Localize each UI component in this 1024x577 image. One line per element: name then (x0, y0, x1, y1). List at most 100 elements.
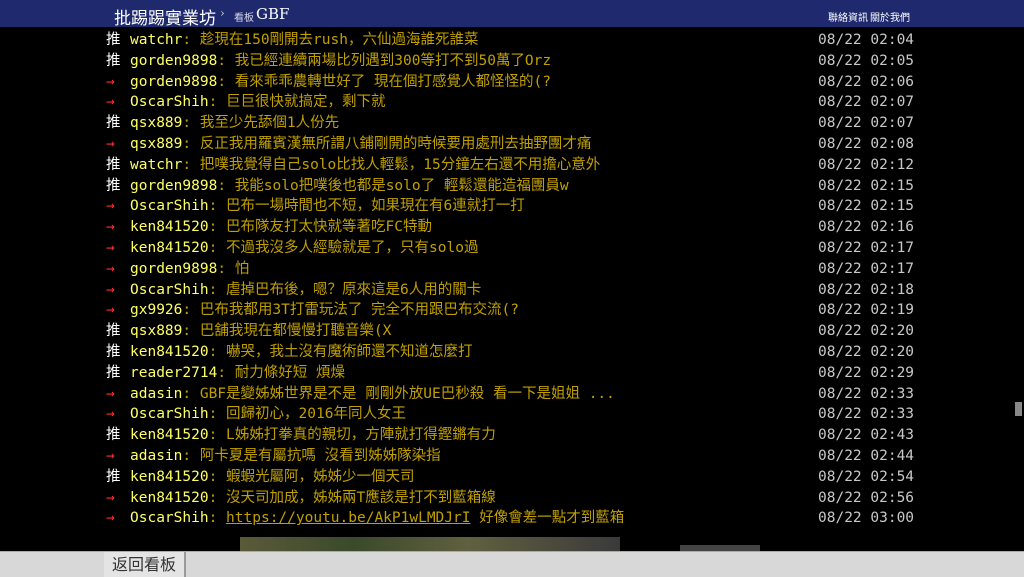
comment-time: 08/22 02:17 (818, 240, 915, 256)
comment-body: ken841520: 蝦蝦光屬阿，姊姊少一個天司 (130, 467, 415, 487)
comment-row: 推 reader2714: 耐力條好短 煩燥 08/22 02:29 (106, 363, 914, 383)
comment-user: gorden9898 (130, 260, 218, 277)
push-tag: 推 (106, 156, 121, 173)
push-tag: 推 (106, 115, 121, 132)
comment-body: ken841520: 不過我沒多人經驗就是了，只有solo過 (130, 238, 478, 258)
arrow-tag: → (106, 219, 115, 236)
comment-time: 08/22 02:20 (818, 323, 915, 340)
push-tag: 推 (106, 323, 121, 340)
comment-colon: : (208, 406, 227, 423)
push-tag: 推 (106, 344, 121, 360)
comment-user: watchr (130, 156, 183, 173)
board-label: 看板 (234, 13, 254, 24)
comment-colon: : (182, 448, 200, 464)
comment-colon: : (208, 198, 227, 215)
comment-user: gorden9898 (130, 52, 218, 69)
push-tag: 推 (106, 468, 121, 485)
comment-user: reader2714 (130, 364, 218, 381)
comment-text: 巴布隊友打太快就等著吃FC特動 (226, 219, 433, 236)
comment-row: 推 watchr: 趁現在150剛開去rush，六仙過海誰死誰菜 08/22 02:… (106, 30, 914, 50)
comment-colon: : (208, 240, 227, 256)
comment-body: watchr: 趁現在150剛開去rush，六仙過海誰死誰菜 (130, 30, 478, 50)
comment-colon: : (208, 281, 227, 298)
arrow-tag: → (106, 385, 115, 402)
comment-body: ken841520: 巴布隊友打太快就等著吃FC特動 (130, 217, 432, 237)
comment-text: 阿卡夏是有屬抗嗎 沒看到姊姊隊染指 (199, 448, 441, 464)
comment-user: adasin (130, 448, 183, 464)
comment-user: ken841520 (130, 240, 209, 256)
comment-body: gx9926: 巴布我都用3T打雷玩法了 完全不用跟巴布交流(? (130, 300, 519, 320)
comment-user: OscarShih (130, 406, 209, 423)
comment-user: ken841520 (130, 468, 209, 485)
comment-row: → adasin: GBF是變姊姊世界是不是 剛剛外放UE巴秒殺 看一下是姐姐 .… (106, 384, 914, 404)
comment-body: reader2714: 耐力條好短 煩燥 (130, 363, 345, 383)
comment-row: → OscarShih: 巨巨很快就搞定，剩下就 08/22 02:07 (106, 92, 914, 112)
comment-time: 08/22 02:17 (818, 260, 915, 277)
comment-user: ken841520 (130, 427, 209, 444)
board-name-link[interactable]: GBF (256, 5, 289, 23)
comment-user: qsx889 (130, 115, 183, 132)
comment-time: 08/22 03:00 (818, 510, 915, 527)
comment-colon: : (182, 136, 200, 152)
comment-row: → gorden9898: 怕 08/22 02:17 (106, 259, 914, 279)
push-tag: 推 (106, 364, 121, 381)
comment-time: 08/22 02:12 (818, 156, 915, 173)
comment-text: 趁現在150剛開去rush，六仙過海誰死誰菜 (199, 32, 479, 48)
comment-text: 我已經連續兩場比列遇到300等打不到50萬了Orz (234, 52, 552, 69)
comment-text: 嚇哭，我土沒有魔術師還不知道怎麼打 (226, 344, 473, 360)
comment-body: qsx889: 反正我用羅賓漢無所謂八鋪剛開的時候要用處刑去抽野團才痛 (130, 134, 591, 154)
comment-colon: : (217, 364, 235, 381)
comment-text: 巨巨很快就搞定，剩下就 (226, 94, 386, 111)
comment-link[interactable]: https://youtu.be/AkP1wLMDJrI (226, 510, 470, 526)
comment-body: OscarShih: 虐掉巴布後，嗯？原來這是6人用的關卡 (130, 280, 481, 300)
about-link[interactable]: 關於我們 (870, 9, 910, 24)
arrow-tag: → (106, 281, 115, 298)
embedded-image-preview (240, 537, 620, 551)
comment-time: 08/22 02:07 (818, 94, 915, 111)
scroll-thumb[interactable] (1015, 402, 1022, 416)
comment-time: 08/22 02:15 (818, 177, 915, 194)
comment-text: 巴布一場時間也不短，如果現在有6連就打一打 (226, 198, 525, 215)
comment-body: adasin: GBF是變姊姊世界是不是 剛剛外放UE巴秒殺 看一下是姐姐 ..… (130, 384, 615, 404)
comment-user: OscarShih (130, 281, 209, 298)
comment-body: OscarShih: https://youtu.be/AkP1wLMDJrI … (130, 508, 624, 528)
comment-time: 08/22 02:16 (818, 219, 915, 236)
arrow-tag: → (106, 510, 115, 527)
comment-text: 巴舖我現在都慢慢打聽音樂(X (199, 323, 392, 340)
scrollbar[interactable] (1012, 27, 1024, 551)
comment-time: 08/22 02:15 (818, 198, 915, 215)
comment-row: → OscarShih: 回歸初心，2016年同人女王 08/22 02:33 (106, 404, 914, 424)
comment-colon: : (217, 260, 235, 277)
comment-time: 08/22 02:04 (818, 32, 915, 48)
arrow-tag: → (106, 406, 115, 423)
comment-body: OscarShih: 巴布一場時間也不短，如果現在有6連就打一打 (130, 196, 525, 216)
site-title-link[interactable]: 批踢踢實業坊 (114, 4, 216, 29)
comment-text: 我至少先舔個1人份先 (199, 115, 340, 132)
comment-colon: : (208, 94, 227, 111)
comment-row: → OscarShih: 虐掉巴布後，嗯？原來這是6人用的關卡 08/22 02:1… (106, 280, 914, 300)
comment-user: watchr (130, 32, 183, 48)
comment-text: 把噗我覺得自己solo比找人輕鬆，15分鐘左右還不用擔心意外 (199, 156, 601, 173)
comment-row: 推 watchr: 把噗我覺得自己solo比找人輕鬆，15分鐘左右還不用擔心意外 0… (106, 155, 914, 175)
comment-user: gorden9898 (130, 73, 218, 90)
comment-row: → ken841520: 不過我沒多人經驗就是了，只有solo過 08/22 02:… (106, 238, 914, 258)
comment-body: ken841520: 沒天司加成，姊姊兩T應該是打不到藍箱線 (130, 488, 496, 508)
comment-text: 巴布我都用3T打雷玩法了 完全不用跟巴布交流(? (199, 302, 520, 319)
comment-time: 08/22 02:54 (818, 468, 915, 485)
comment-body: gorden9898: 看來乖乖農轉世好了 現在個打感覺人都怪怪的(? (130, 72, 551, 92)
push-tag: 推 (106, 32, 121, 48)
back-to-board-button[interactable]: 返回看板 (104, 552, 186, 577)
comment-row: 推 gorden9898: 我已經連續兩場比列遇到300等打不到50萬了Orz 08… (106, 51, 914, 71)
comment-time: 08/22 02:44 (818, 448, 915, 464)
comment-body: qsx889: 我至少先舔個1人份先 (130, 113, 339, 133)
contact-link[interactable]: 聯絡資訊 (828, 9, 868, 24)
comment-row: → OscarShih: https://youtu.be/AkP1wLMDJrI… (106, 508, 914, 528)
comment-user: adasin (130, 385, 183, 402)
comment-row: → OscarShih: 巴布一場時間也不短，如果現在有6連就打一打 08/22 0… (106, 196, 914, 216)
comment-colon: : (182, 385, 200, 402)
comment-body: ken841520: L姊姊打拳真的親切，方陣就打得鏗鏘有力 (130, 425, 496, 445)
arrow-tag: → (106, 448, 115, 464)
comment-colon: : (182, 32, 200, 48)
comment-row: → ken841520: 巴布隊友打太快就等著吃FC特動 08/22 02:16 (106, 217, 914, 237)
comment-time: 08/22 02:33 (818, 406, 915, 423)
